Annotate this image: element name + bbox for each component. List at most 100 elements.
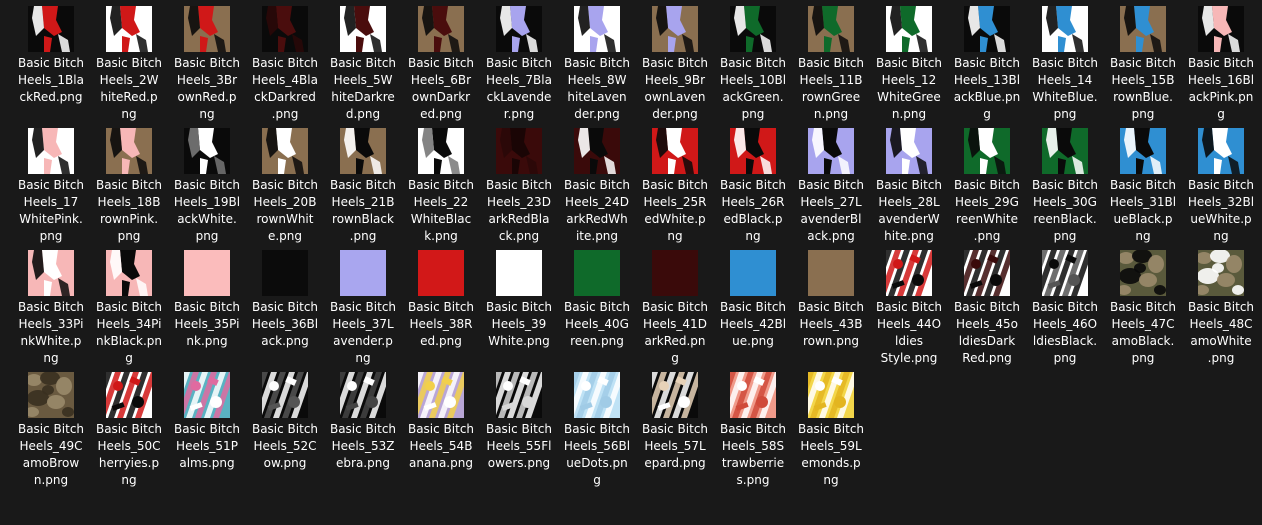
file-item[interactable]: Basic Bitch Heels_7Bla ckLavende r.png bbox=[480, 4, 558, 122]
file-item[interactable]: Basic Bitch Heels_34Pi nkBlack.pn g bbox=[90, 248, 168, 366]
file-item[interactable]: Basic Bitch Heels_32Bl ueWhite.p ng bbox=[1182, 126, 1260, 244]
file-item[interactable]: Basic Bitch Heels_40G reen.png bbox=[558, 248, 636, 366]
thumbnail-image bbox=[730, 372, 776, 418]
file-item[interactable]: Basic Bitch Heels_18B rownPink. png bbox=[90, 126, 168, 244]
file-item[interactable]: Basic Bitch Heels_6Br ownDarkr ed.png bbox=[402, 4, 480, 122]
file-name-line: png bbox=[195, 229, 219, 243]
thumbnail-image bbox=[340, 372, 386, 418]
file-item[interactable]: Basic Bitch Heels_44O ldies Style.png bbox=[870, 248, 948, 366]
file-item[interactable]: Basic Bitch Heels_50C herryies.p ng bbox=[90, 370, 168, 488]
thumbnail-image bbox=[964, 6, 1010, 52]
file-name-line: avenderBl bbox=[800, 212, 862, 226]
file-name-line: Heels_3Br bbox=[176, 73, 238, 87]
file-thumbnail bbox=[886, 250, 932, 296]
file-item[interactable]: Basic Bitch Heels_8W hiteLaven der.png bbox=[558, 4, 636, 122]
file-item[interactable]: Basic Bitch Heels_11B rownGree n.png bbox=[792, 4, 870, 122]
file-item[interactable]: Basic Bitch Heels_27L avenderBl ack.png bbox=[792, 126, 870, 244]
file-name-line: Basic Bitch bbox=[563, 56, 631, 70]
file-item[interactable]: Basic Bitch Heels_4Bla ckDarkred .png bbox=[246, 4, 324, 122]
file-item[interactable]: Basic Bitch Heels_37L avender.p ng bbox=[324, 248, 402, 366]
thumbnail-image bbox=[574, 6, 620, 52]
file-name-label: Basic Bitch Heels_8W hiteLaven der.png bbox=[558, 55, 636, 123]
file-item[interactable]: Basic Bitch Heels_12 WhiteGree n.png bbox=[870, 4, 948, 122]
file-item[interactable]: Basic Bitch Heels_29G reenWhite .png bbox=[948, 126, 1026, 244]
file-item[interactable]: Basic Bitch Heels_3Br ownRed.p ng bbox=[168, 4, 246, 122]
file-name-line: Heels_49C bbox=[19, 439, 83, 453]
file-item[interactable]: Basic Bitch Heels_14 WhiteBlue. png bbox=[1026, 4, 1104, 122]
file-item[interactable]: Basic Bitch Heels_31Bl ueBlack.p ng bbox=[1104, 126, 1182, 244]
file-item[interactable]: Basic Bitch Heels_54B anana.png bbox=[402, 370, 480, 488]
file-item[interactable]: Basic Bitch Heels_46O ldiesBlack. png bbox=[1026, 248, 1104, 366]
file-name-label: Basic Bitch Heels_33Pi nkWhite.p ng bbox=[12, 299, 90, 367]
file-item[interactable]: Basic Bitch Heels_13Bl ackBlue.pn g bbox=[948, 4, 1026, 122]
file-item[interactable]: Basic Bitch Heels_43B rown.png bbox=[792, 248, 870, 366]
file-item[interactable]: Basic Bitch Heels_52C ow.png bbox=[246, 370, 324, 488]
file-item[interactable]: Basic Bitch Heels_9Br ownLaven der.png bbox=[636, 4, 714, 122]
file-name-line: Heels_43B bbox=[799, 317, 863, 331]
thumbnail-image bbox=[1120, 250, 1166, 296]
thumbnail-image bbox=[886, 250, 932, 296]
file-item[interactable]: Basic Bitch Heels_26R edBlack.p ng bbox=[714, 126, 792, 244]
file-name-label: Basic Bitch Heels_18B rownPink. png bbox=[90, 177, 168, 245]
file-item[interactable]: Basic Bitch Heels_22 WhiteBlac k.png bbox=[402, 126, 480, 244]
file-item[interactable]: Basic Bitch Heels_35Pi nk.png bbox=[168, 248, 246, 366]
file-item[interactable]: Basic Bitch Heels_2W hiteRed.p ng bbox=[90, 4, 168, 122]
file-thumbnail bbox=[808, 372, 854, 418]
file-item[interactable]: Basic Bitch Heels_48C amoWhite .png bbox=[1182, 248, 1260, 366]
file-name-line: ng bbox=[199, 107, 215, 121]
file-name-line: e.png bbox=[267, 229, 303, 243]
file-item[interactable]: Basic Bitch Heels_10Bl ackGreen. png bbox=[714, 4, 792, 122]
file-item[interactable]: Basic Bitch Heels_20B rownWhit e.png bbox=[246, 126, 324, 244]
file-item[interactable]: Basic Bitch Heels_56Bl ueDots.pn g bbox=[558, 370, 636, 488]
file-name-line: ackGreen. bbox=[722, 90, 784, 104]
file-item[interactable]: Basic Bitch Heels_59L emonds.p ng bbox=[792, 370, 870, 488]
file-item[interactable]: Basic Bitch Heels_30G reenBlack. png bbox=[1026, 126, 1104, 244]
file-item[interactable]: Basic Bitch Heels_51P alms.png bbox=[168, 370, 246, 488]
file-item[interactable]: Basic Bitch Heels_16Bl ackPink.pn g bbox=[1182, 4, 1260, 122]
file-item[interactable]: Basic Bitch Heels_21B rownBlack .png bbox=[324, 126, 402, 244]
file-item[interactable]: Basic Bitch Heels_58S trawberrie s.png bbox=[714, 370, 792, 488]
file-item[interactable]: Basic Bitch Heels_36Bl ack.png bbox=[246, 248, 324, 366]
file-name-line: Heels_2W bbox=[99, 73, 159, 87]
file-name-line: Heels_21B bbox=[331, 195, 395, 209]
file-item[interactable]: Basic Bitch Heels_55Fl owers.png bbox=[480, 370, 558, 488]
file-name-line: Basic Bitch bbox=[1031, 300, 1099, 314]
file-item[interactable]: Basic Bitch Heels_53Z ebra.png bbox=[324, 370, 402, 488]
file-name-label: Basic Bitch Heels_17 WhitePink. png bbox=[12, 177, 90, 245]
file-name-line: hiteLaven bbox=[567, 90, 627, 104]
thumbnail-image bbox=[1042, 250, 1088, 296]
file-item[interactable]: Basic Bitch Heels_25R edWhite.p ng bbox=[636, 126, 714, 244]
thumbnail-image bbox=[808, 372, 854, 418]
file-item[interactable]: Basic Bitch Heels_23D arkRedBla ck.png bbox=[480, 126, 558, 244]
file-item[interactable]: Basic Bitch Heels_33Pi nkWhite.p ng bbox=[12, 248, 90, 366]
file-item[interactable]: Basic Bitch Heels_15B rownBlue. png bbox=[1104, 4, 1182, 122]
file-item[interactable]: Basic Bitch Heels_49C amoBrow n.png bbox=[12, 370, 90, 488]
file-name-line: Basic Bitch bbox=[407, 178, 475, 192]
file-item[interactable]: Basic Bitch Heels_57L epard.png bbox=[636, 370, 714, 488]
file-item[interactable]: Basic Bitch Heels_38R ed.png bbox=[402, 248, 480, 366]
file-name-line: edBlack.p bbox=[723, 212, 783, 226]
file-name-line: rownBlue. bbox=[1113, 90, 1173, 104]
file-item[interactable]: Basic Bitch Heels_17 WhitePink. png bbox=[12, 126, 90, 244]
file-item[interactable]: Basic Bitch Heels_39 White.png bbox=[480, 248, 558, 366]
file-item[interactable]: Basic Bitch Heels_24D arkRedWh ite.png bbox=[558, 126, 636, 244]
file-item[interactable]: Basic Bitch Heels_1Bla ckRed.png bbox=[12, 4, 90, 122]
file-name-line: ng bbox=[667, 229, 683, 243]
file-item[interactable]: Basic Bitch Heels_45o ldiesDark Red.png bbox=[948, 248, 1026, 366]
thumbnail-image bbox=[964, 128, 1010, 174]
file-item[interactable]: Basic Bitch Heels_42Bl ue.png bbox=[714, 248, 792, 366]
file-item[interactable]: Basic Bitch Heels_5W hiteDarkre d.png bbox=[324, 4, 402, 122]
file-name-line: Basic Bitch bbox=[719, 178, 787, 192]
file-item[interactable]: Basic Bitch Heels_28L avenderW hite.png bbox=[870, 126, 948, 244]
file-item[interactable]: Basic Bitch Heels_47C amoBlack. png bbox=[1104, 248, 1182, 366]
file-item[interactable]: Basic Bitch Heels_41D arkRed.pn g bbox=[636, 248, 714, 366]
file-name-label: Basic Bitch Heels_35Pi nk.png bbox=[168, 299, 246, 350]
file-name-line: hiteRed.p bbox=[100, 90, 158, 104]
file-name-line: Basic Bitch bbox=[329, 300, 397, 314]
file-item[interactable]: Basic Bitch Heels_19Bl ackWhite. png bbox=[168, 126, 246, 244]
file-thumbnail bbox=[652, 372, 698, 418]
file-name-line: Basic Bitch bbox=[95, 300, 163, 314]
file-thumbnail bbox=[496, 6, 542, 52]
file-name-line: Basic Bitch bbox=[173, 300, 241, 314]
file-name-line: arkRed.pn bbox=[644, 334, 706, 348]
